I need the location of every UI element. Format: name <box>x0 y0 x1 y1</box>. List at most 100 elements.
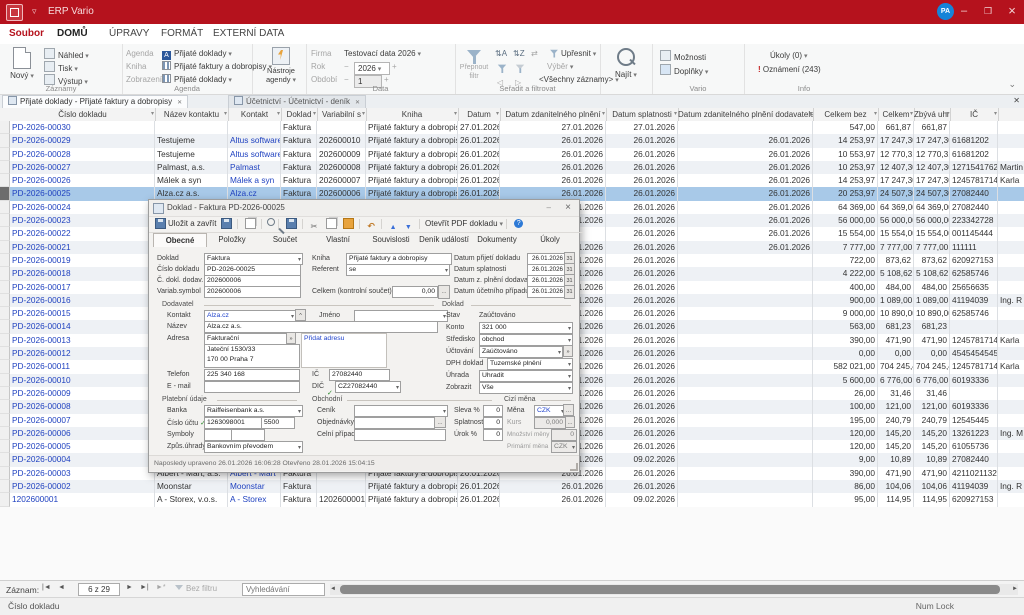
cell-celkem[interactable]: 64 369,00 <box>878 201 914 214</box>
cell-kontakt[interactable]: Altus software <box>228 134 281 147</box>
column-filter-icon[interactable]: ▾ <box>313 108 316 121</box>
cell-zbyva-uhradit[interactable]: 17 247,30 <box>914 134 950 147</box>
cell-celkem[interactable]: 873,62 <box>878 254 914 267</box>
cell-datum-zdanitelneho-plneni-dodavatele[interactable]: 26.01.2026 <box>678 148 813 161</box>
cell-datum-splatnosti[interactable]: 26.01.2026 <box>606 387 678 400</box>
cell-celkem[interactable]: 6 776,00 <box>878 374 914 387</box>
row-selector[interactable] <box>0 440 10 453</box>
cell-cislo-dokladu[interactable]: PD-2026-00006 <box>10 427 155 440</box>
dialog-tab-dokumenty[interactable]: Dokumenty <box>471 233 523 247</box>
cell-variabilni-symbol[interactable]: 202600009 <box>317 148 366 161</box>
cell-datum-splatnosti[interactable]: 26.01.2026 <box>606 334 678 347</box>
cell-zbyva-uhradit[interactable]: 7 777,00 <box>914 241 950 254</box>
cell-jmeno[interactable] <box>998 467 1024 480</box>
cell-zbyva-uhradit[interactable]: 121,00 <box>914 400 950 413</box>
cell-cislo-dokladu[interactable]: PD-2026-00008 <box>10 400 155 413</box>
next-record-button[interactable]: ► <box>126 584 133 591</box>
cell-ic[interactable]: 25656635 <box>950 281 998 294</box>
cell-zbyva-uhradit[interactable]: 661,87 <box>914 121 950 134</box>
cell-kontakt[interactable]: A - Storex <box>228 493 281 506</box>
cell-zbyva-uhradit[interactable]: 240,79 <box>914 414 950 427</box>
celkem-kontrolni-field[interactable]: 0,00 <box>392 286 438 298</box>
cell-ic[interactable]: 41194039 <box>950 294 998 307</box>
column-header-zbyva-uhradit[interactable]: Zbývá uhra▾ <box>914 108 951 121</box>
cell-kontakt[interactable]: Palmast <box>228 161 281 174</box>
cell-celkem[interactable]: 17 247,30 <box>878 134 914 147</box>
cell-datum-splatnosti[interactable]: 26.01.2026 <box>606 347 678 360</box>
cell-celkem-bez[interactable]: 95,00 <box>813 493 878 506</box>
cell-celkem[interactable]: 7 777,00 <box>878 241 914 254</box>
cell-datum-zdanitelneho-plneni[interactable]: 27.01.2026 <box>500 121 606 134</box>
cell-cislo-dokladu[interactable]: PD-2026-00021 <box>10 241 155 254</box>
cell-celkem-bez[interactable]: 5 600,00 <box>813 374 878 387</box>
cell-datum-splatnosti[interactable]: 26.01.2026 <box>606 320 678 333</box>
column-header-datum-zdanitelneho-plneni-dodavatele[interactable]: Datum zdanitelného plnění dodavatele▾ <box>678 108 814 121</box>
save-icon[interactable] <box>221 218 232 229</box>
dialog-tab-denik-udalosti[interactable]: Deník událostí <box>418 233 470 247</box>
objednavky-more-button[interactable]: … <box>434 416 446 428</box>
cell-jmeno[interactable] <box>998 320 1024 333</box>
banka-kod-field[interactable]: 5500 <box>261 417 295 429</box>
cell-celkem[interactable]: 240,79 <box>878 414 914 427</box>
cell-celkem[interactable]: 56 000,00 <box>878 214 914 227</box>
cell-datum-zdanitelneho-plneni-dodavatele[interactable] <box>678 121 813 134</box>
cell-ic[interactable]: 1245781714 <box>950 334 998 347</box>
move-up-icon[interactable] <box>390 219 399 228</box>
cell-celkem[interactable]: 17 247,30 <box>878 174 914 187</box>
row-selector[interactable] <box>0 121 10 134</box>
ucet-field[interactable]: 1263098001 <box>204 417 262 429</box>
copy-icon[interactable] <box>326 218 337 229</box>
move-down-icon[interactable] <box>405 219 414 228</box>
cell-datum-splatnosti[interactable]: 26.01.2026 <box>606 414 678 427</box>
options-button[interactable]: Možnosti <box>660 50 706 62</box>
row-selector[interactable] <box>0 347 10 360</box>
cell-zbyva-uhradit[interactable]: 10 890,00 <box>914 307 950 320</box>
cell-zbyva-uhradit[interactable]: 145,20 <box>914 427 950 440</box>
cell-cislo-dokladu[interactable]: PD-2026-00003 <box>10 467 155 480</box>
cell-datum-splatnosti[interactable]: 26.01.2026 <box>606 427 678 440</box>
cell-zbyva-uhradit[interactable]: 471,90 <box>914 467 950 480</box>
cell-cislo-dokladu[interactable]: PD-2026-00023 <box>10 214 155 227</box>
cell-celkem-bez[interactable]: 547,00 <box>813 121 878 134</box>
cell-datum-zdanitelneho-plneni-dodavatele[interactable] <box>678 453 813 466</box>
cell-nazev-kontaktu[interactable] <box>155 121 228 134</box>
preview-button[interactable]: Náhled <box>44 48 89 60</box>
cell-ic[interactable]: 620927153 <box>950 493 998 506</box>
column-filter-icon[interactable]: ▾ <box>454 108 457 121</box>
cell-ic[interactable]: 1271541762 <box>950 161 998 174</box>
row-selector[interactable] <box>0 267 10 280</box>
selection-filter-button[interactable]: Výběr <box>547 61 573 73</box>
cell-datum-splatnosti[interactable]: 26.01.2026 <box>606 241 678 254</box>
column-header-celkem[interactable]: Celkem▾ <box>878 108 915 121</box>
row-selector[interactable] <box>0 241 10 254</box>
open-pdf-button[interactable]: Otevřít PDF dokladu <box>425 219 503 228</box>
pridat-adresu-button[interactable]: Přidat adresu <box>301 333 387 368</box>
cell-datum-zdanitelneho-plneni-dodavatele[interactable]: 26.01.2026 <box>678 241 813 254</box>
horizontal-scrollbar[interactable]: ◄ ► <box>330 584 1018 595</box>
tab-upravy[interactable]: ÚPRAVY <box>100 24 158 44</box>
cell-datum-zdanitelneho-plneni-dodavatele[interactable]: 26.01.2026 <box>678 174 813 187</box>
row-selector[interactable] <box>0 374 10 387</box>
cell-kniha[interactable]: Přijaté faktury a dobropisy <box>366 161 458 174</box>
cell-ic[interactable]: 12545445 <box>950 414 998 427</box>
cell-zbyva-uhradit[interactable]: 471,90 <box>914 334 950 347</box>
cell-celkem-bez[interactable]: 64 369,00 <box>813 201 878 214</box>
cell-ic[interactable]: 61681202 <box>950 134 998 147</box>
cell-datum-zdanitelneho-plneni-dodavatele[interactable] <box>678 294 813 307</box>
cell-datum-splatnosti[interactable]: 26.01.2026 <box>606 201 678 214</box>
cell-datum-zdanitelneho-plneni-dodavatele[interactable]: 26.01.2026 <box>678 134 813 147</box>
row-selector[interactable] <box>0 294 10 307</box>
cell-datum-zdanitelneho-plneni-dodavatele[interactable] <box>678 400 813 413</box>
paste-icon[interactable] <box>343 218 354 229</box>
cell-celkem-bez[interactable]: 56 000,00 <box>813 214 878 227</box>
nazev-field[interactable]: Alza.cz a.s. <box>204 321 438 333</box>
cell-nazev-kontaktu[interactable]: Moonstar <box>155 480 228 493</box>
cell-datum[interactable]: 26.01.2026 <box>458 148 500 161</box>
cut-icon[interactable] <box>311 219 320 228</box>
celkem-more-button[interactable]: … <box>438 285 450 299</box>
column-header-datum[interactable]: Datum▾ <box>458 108 501 121</box>
firm-select[interactable]: Testovací data 2026 <box>344 48 421 60</box>
cell-celkem-bez[interactable]: 400,00 <box>813 281 878 294</box>
row-selector[interactable] <box>0 134 10 147</box>
column-header-celkem-bez[interactable]: Celkem bez▾ <box>813 108 879 121</box>
